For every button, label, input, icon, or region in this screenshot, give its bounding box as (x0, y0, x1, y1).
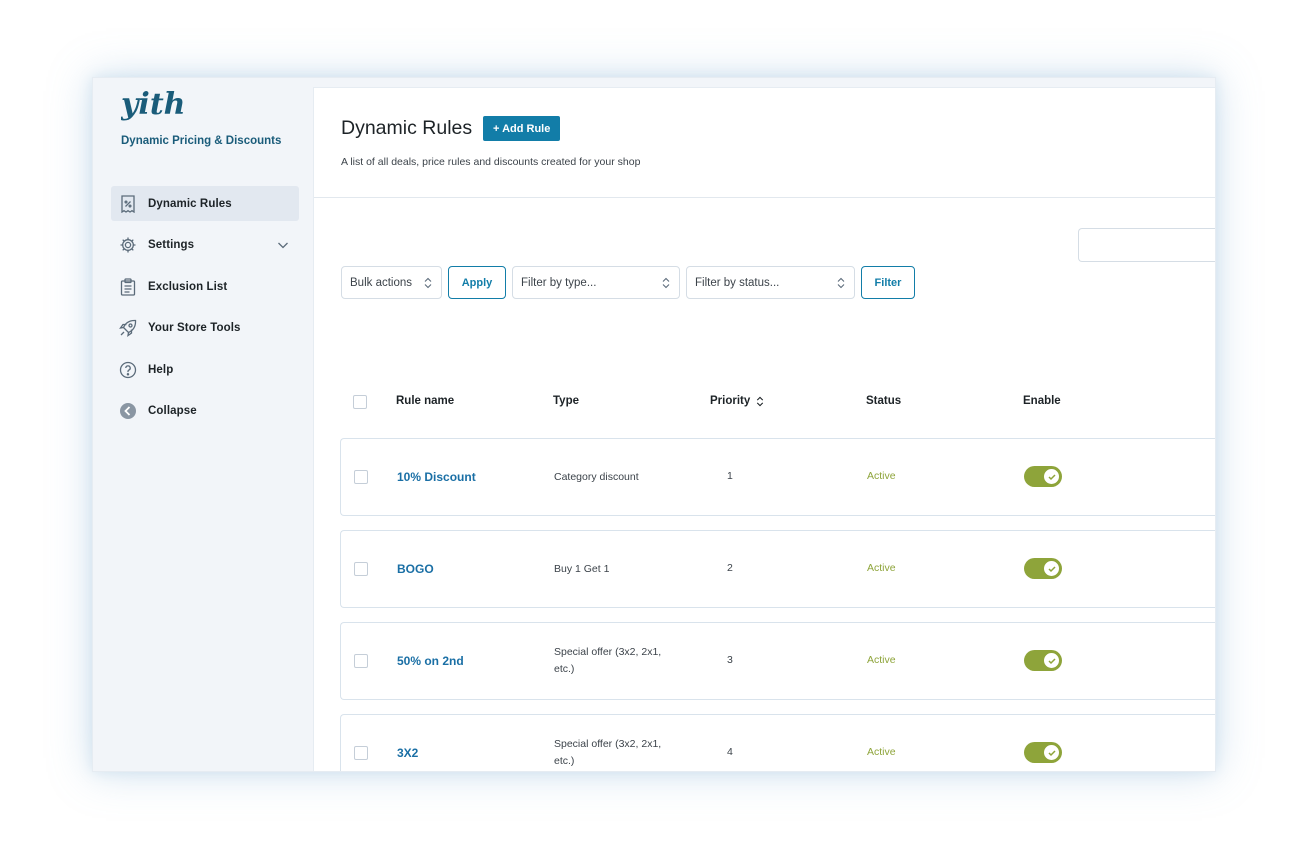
column-header-status: Status (866, 395, 902, 407)
page-title: Dynamic Rules (341, 117, 473, 139)
rocket-icon (119, 319, 137, 337)
question-circle-icon (119, 361, 137, 379)
sidebar-item-label: Your Store Tools (148, 322, 241, 334)
rule-priority: 4 (727, 746, 733, 758)
table-row: 50% on 2nd Special offer (3x2, 2x1, etc.… (340, 622, 1215, 700)
rule-priority: 3 (727, 654, 733, 666)
sidebar-item-dynamic-rules[interactable]: Dynamic Rules (111, 186, 299, 221)
column-header-rule-name[interactable]: Rule name (396, 395, 454, 407)
status-badge: Active (867, 562, 896, 574)
clipboard-list-icon (119, 277, 137, 296)
column-header-priority[interactable]: Priority (710, 395, 764, 407)
plugin-name: Dynamic Pricing & Discounts (121, 135, 282, 147)
sidebar-item-collapse[interactable]: Collapse (111, 394, 299, 429)
header-divider (314, 197, 1215, 198)
sidebar-item-label: Settings (148, 239, 195, 251)
page-subtitle: A list of all deals, price rules and dis… (341, 156, 641, 168)
row-checkbox[interactable] (354, 562, 368, 576)
sidebar-item-label: Help (148, 363, 174, 376)
filter-type-select[interactable]: Filter by type... (512, 266, 680, 299)
check-icon (1044, 469, 1059, 484)
select-arrows-icon (662, 277, 670, 289)
rule-name-link[interactable]: 50% on 2nd (397, 654, 464, 668)
svg-text:yith: yith (121, 87, 183, 122)
sidebar-item-exclusion-list[interactable]: Exclusion List (111, 269, 299, 304)
collapse-arrow-icon (119, 402, 137, 420)
rule-name-link[interactable]: BOGO (397, 562, 434, 576)
check-icon (1044, 653, 1059, 668)
table-row: BOGO Buy 1 Get 1 2 Active (340, 530, 1215, 608)
receipt-icon (119, 194, 137, 213)
rule-name-link[interactable]: 10% Discount (397, 470, 476, 484)
rule-type: Buy 1 Get 1 (554, 563, 610, 575)
sidebar: yith Dynamic Pricing & Discounts Dynamic… (93, 78, 313, 771)
rule-priority: 1 (727, 470, 733, 482)
filter-status-select[interactable]: Filter by status... (686, 266, 855, 299)
column-header-priority-label: Priority (710, 395, 751, 407)
table-row: 10% Discount Category discount 1 Active (340, 438, 1215, 516)
bulk-actions-select[interactable]: Bulk actions (341, 266, 442, 299)
select-arrows-icon (837, 277, 845, 289)
table-row: 3X2 Special offer (3x2, 2x1, etc.) 4 Act… (340, 714, 1215, 771)
rule-type: Category discount (554, 471, 639, 483)
enable-toggle[interactable] (1024, 650, 1062, 671)
row-checkbox[interactable] (354, 470, 368, 484)
chevron-down-icon[interactable] (277, 239, 289, 251)
bulk-actions-value: Bulk actions (350, 276, 413, 289)
sidebar-item-label: Exclusion List (148, 280, 228, 293)
filter-type-value: Filter by type... (521, 276, 597, 289)
column-header-enable: Enable (1023, 395, 1061, 407)
sidebar-item-label: Dynamic Rules (148, 197, 232, 210)
row-checkbox[interactable] (354, 654, 368, 668)
rule-type: Special offer (3x2, 2x1, etc.) (554, 646, 662, 675)
sort-icon[interactable] (756, 396, 764, 407)
search-input[interactable] (1078, 228, 1215, 262)
rule-priority: 2 (727, 562, 733, 574)
main-content: Dynamic Rules + Add Rule A list of all d… (313, 87, 1215, 771)
select-arrows-icon (424, 277, 432, 289)
sidebar-nav: Dynamic Rules Settings Exclusion List Yo… (111, 186, 299, 435)
enable-toggle[interactable] (1024, 558, 1062, 579)
enable-toggle[interactable] (1024, 466, 1062, 487)
column-header-type: Type (553, 395, 579, 407)
status-badge: Active (867, 654, 896, 666)
add-rule-button[interactable]: + Add Rule (483, 116, 561, 141)
select-all-checkbox[interactable] (353, 395, 367, 409)
yith-logo: yith (121, 87, 183, 122)
sidebar-item-settings[interactable]: Settings (111, 228, 299, 263)
status-badge: Active (867, 470, 896, 482)
check-icon (1044, 745, 1059, 760)
apply-button[interactable]: Apply (448, 266, 506, 299)
enable-toggle[interactable] (1024, 742, 1062, 763)
status-badge: Active (867, 746, 896, 758)
row-checkbox[interactable] (354, 746, 368, 760)
sidebar-item-label: Collapse (148, 405, 197, 417)
gear-icon (119, 236, 137, 254)
app-window: yith Dynamic Pricing & Discounts Dynamic… (92, 77, 1216, 772)
sidebar-item-help[interactable]: Help (111, 352, 299, 387)
rule-name-link[interactable]: 3X2 (397, 746, 418, 760)
check-icon (1044, 561, 1059, 576)
filter-status-value: Filter by status... (695, 276, 780, 289)
rule-type: Special offer (3x2, 2x1, etc.) (554, 738, 662, 767)
sidebar-item-store-tools[interactable]: Your Store Tools (111, 311, 299, 346)
filter-button[interactable]: Filter (861, 266, 915, 299)
